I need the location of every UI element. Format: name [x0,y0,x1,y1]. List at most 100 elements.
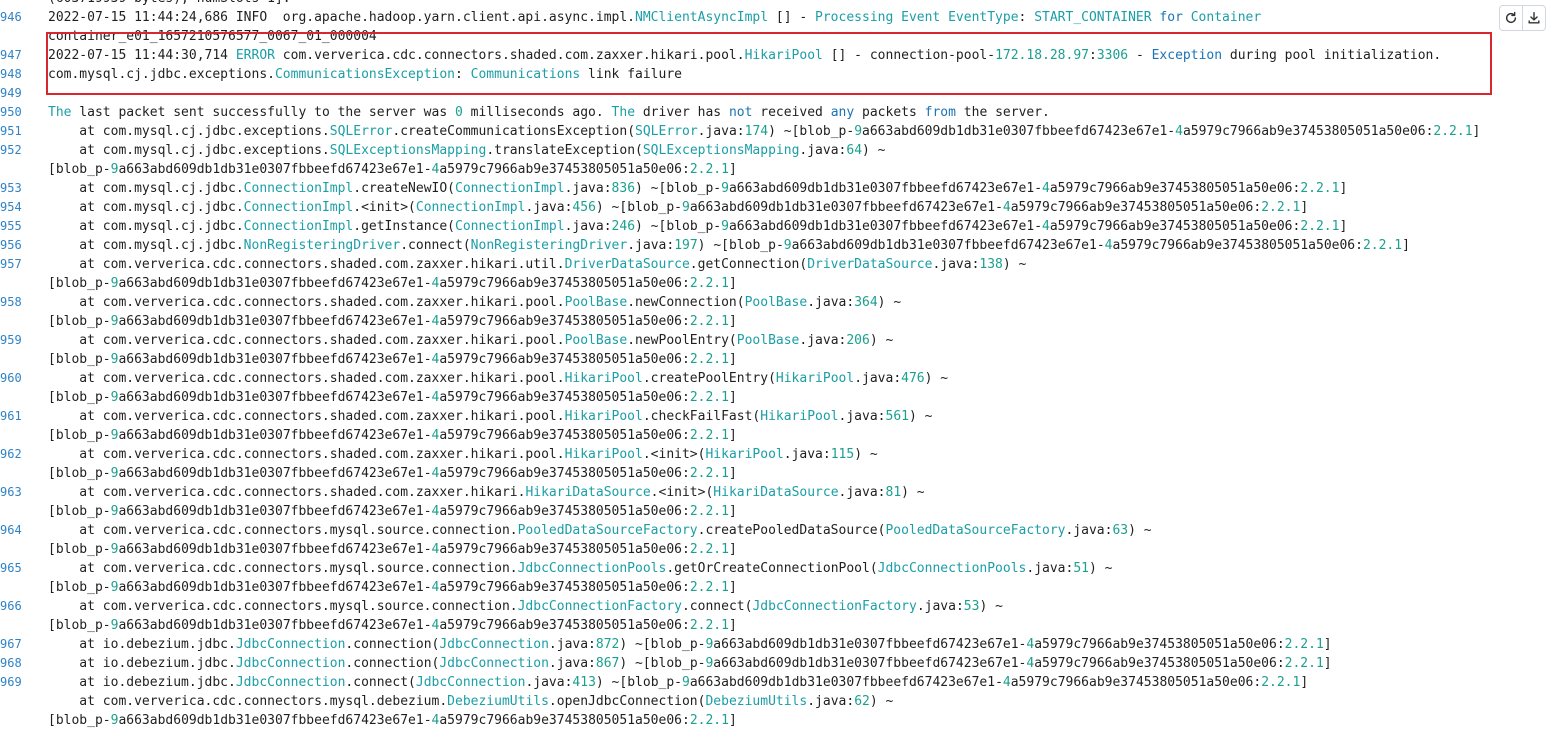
log-line: (603719939 bytes), numSlots=1]. [48,0,291,8]
log-line: at com.ververica.cdc.connectors.shaded.c… [48,445,877,464]
log-token: PooledDataSourceFactory [517,523,698,538]
log-token: a663abd609db1db31e0307fbbeefd67423e67e1- [118,390,432,405]
log-token: .java: [564,181,612,196]
log-token: Communications [470,67,581,82]
log-token: a5979c7966ab9e37453805051a50e06: [439,504,690,519]
log-line: at com.ververica.cdc.connectors.shaded.c… [48,255,1026,274]
line-number: 953 [0,181,22,195]
log-token: [blob_p- [48,504,111,519]
log-token: .<init>( [353,200,416,215]
log-line: at com.ververica.cdc.connectors.shaded.c… [48,483,925,502]
log-line: [blob_p-9a663abd609db1db31e0307fbbeefd67… [48,711,737,730]
log-token: Container [1190,10,1262,25]
log-token: received [752,105,831,120]
log-token: ) ~ [901,485,925,500]
log-token: a5979c7966ab9e37453805051a50e06: [1049,181,1301,196]
log-token: ] [728,352,737,367]
log-token: ) ~[blob_p- [619,656,706,671]
line-number: 954 [0,200,22,214]
log-token: at com.mysql.cj.jdbc. [48,238,244,253]
log-token: .createPooledDataSource( [697,523,886,538]
log-token: .java: [1026,561,1074,576]
log-token: not [728,105,753,120]
download-button[interactable] [1522,6,1545,30]
log-token: JdbcConnectionPools [877,561,1027,576]
log-line: at com.ververica.cdc.connectors.mysql.so… [48,521,1151,540]
log-token: 867 [595,656,620,671]
log-token: ] [1300,200,1309,215]
log-token: JdbcConnection [235,675,346,690]
log-token: 174 [744,124,769,139]
log-token: 64 [846,143,863,158]
log-token: at com.ververica.cdc.connectors.shaded.c… [48,333,565,348]
log-content[interactable]: (603719939 bytes), numSlots=1]. 2022-07-1… [48,0,1560,730]
log-token: a663abd609db1db31e0307fbbeefd67423e67e1- [118,504,432,519]
log-token: 561 [885,409,909,424]
log-token: 872 [595,637,620,652]
log-token: 2.2.1 [689,390,729,405]
log-token: at io.debezium.jdbc. [48,675,236,690]
log-token: [blob_p- [48,428,111,443]
log-line: at com.ververica.cdc.connectors.shaded.c… [48,407,932,426]
log-token: 0 [455,105,463,120]
log-token: JdbcConnection [439,637,549,652]
line-number: 947 [0,48,22,62]
log-token: JdbcConnectionPools [517,561,667,576]
log-token: at com.ververica.cdc.connectors.mysql.so… [48,561,518,576]
log-token: a5979c7966ab9e37453805051a50e06: [1010,675,1262,690]
log-token: at com.mysql.cj.jdbc.exceptions. [48,143,330,158]
log-token: 413 [572,675,596,690]
line-number: 952 [0,143,22,157]
log-token: .<init>( [650,485,714,500]
log-token: ] [728,542,737,557]
log-token: during pool initialization. [1222,48,1442,63]
log-token: a5979c7966ab9e37453805051a50e06: [439,713,690,728]
log-token: .connection( [345,656,440,671]
log-token: ConnectionImpl [243,181,354,196]
log-token: .connect( [345,675,416,690]
log-token: .java: [783,447,831,462]
log-token: .java: [697,124,745,139]
log-token: ) ~[blob_p- [768,124,855,139]
log-token: JdbcConnectionFactory [752,599,917,614]
log-token: at com.ververica.cdc.connectors.shaded.c… [48,409,565,424]
log-token: at com.ververica.cdc.connectors.mysql.so… [48,599,518,614]
log-token: .java: [838,485,886,500]
log-token: 2.2.1 [689,314,729,329]
log-token: .openJdbcConnection( [548,694,706,709]
log-line: [blob_p-9a663abd609db1db31e0307fbbeefd67… [48,616,737,635]
log-token: [blob_p- [48,314,111,329]
log-token: a663abd609db1db31e0307fbbeefd67423e67e1- [791,238,1105,253]
log-token: 4 [1175,124,1183,139]
log-token: JdbcConnection [415,675,526,690]
log-token: 2022-07-15 11:44:30,714 [48,48,236,63]
log-token: .connection( [345,637,440,652]
log-token: ] [1339,181,1348,196]
log-token: a663abd609db1db31e0307fbbeefd67423e67e1- [862,124,1176,139]
log-token: 2022-07-15 11:44:24,686 INFO org.apache.… [48,10,635,25]
log-token: 2.2.1 [1300,219,1340,234]
log-token: PoolBase [736,333,800,348]
log-token: at com.mysql.cj.jdbc. [48,181,244,196]
log-line: at io.debezium.jdbc.JdbcConnection.conne… [48,654,1331,673]
log-token: ) ~ [877,295,902,310]
log-token: 63 [1112,523,1129,538]
log-token: 2.2.1 [689,466,729,481]
line-number-gutter: 946 947 948 949 950 951 952 953 954 955 … [0,0,40,727]
log-token: .java: [525,200,573,215]
log-token: ] [1402,238,1410,253]
log-token: NonRegisteringDriver [243,238,401,253]
log-line: [blob_p-9a663abd609db1db31e0307fbbeefd67… [48,502,737,521]
log-token: NMClientAsyncImpl [635,10,769,25]
log-token: HikariPool [564,371,643,386]
log-token: for [1159,10,1183,25]
log-token: [blob_p- [48,713,111,728]
line-number: 963 [0,485,22,499]
log-token: DebeziumUtils [705,694,808,709]
log-token: a663abd609db1db31e0307fbbeefd67423e67e1- [118,352,432,367]
line-number: 948 [0,67,22,81]
line-number: 956 [0,238,22,252]
log-token: a5979c7966ab9e37453805051a50e06: [1034,637,1285,652]
log-token: 364 [854,295,878,310]
refresh-button[interactable] [1500,6,1522,30]
